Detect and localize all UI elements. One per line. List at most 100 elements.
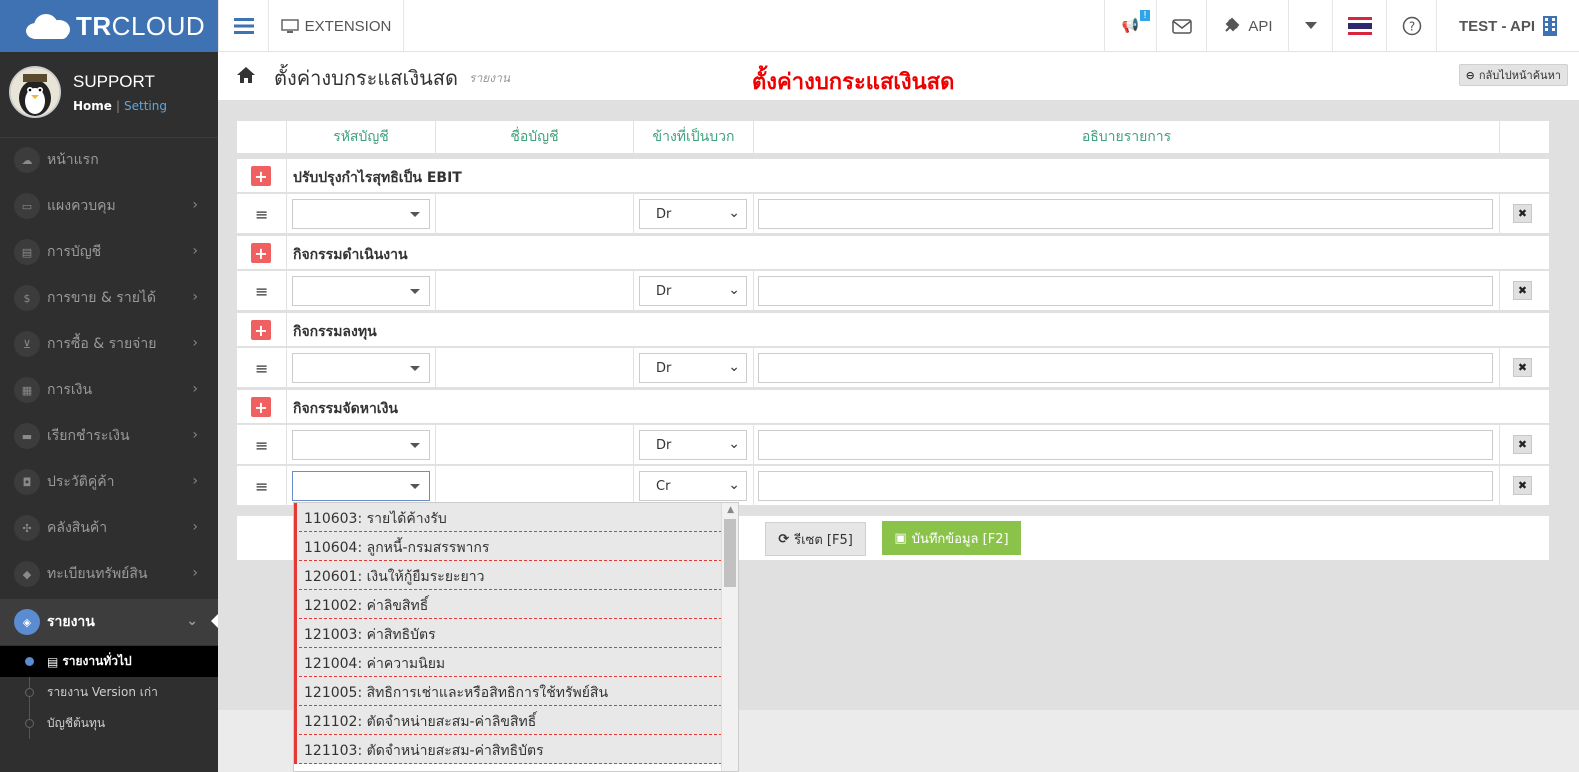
avatar[interactable] [9, 66, 61, 118]
dropdown-option[interactable]: 121103: ตัดจำหน่ายสะสม-ค่าสิทธิบัตร [294, 735, 722, 764]
chevron-down-icon: ⌄ [728, 282, 740, 298]
divider [1499, 466, 1500, 506]
divider [633, 466, 634, 506]
divider [286, 236, 287, 269]
sidebar-item-finance[interactable]: ▦ การเงิน › [0, 367, 218, 413]
sidebar-item-sales[interactable]: $ การขาย & รายได้ › [0, 275, 218, 321]
sidebar-item-billing[interactable]: ▬ เรียกชำระเงิน › [0, 413, 218, 459]
sidebar-item-contacts[interactable]: ◘ ประวัติคู่ค้า › [0, 459, 218, 505]
dropdown-scrollbar[interactable]: ▲ [721, 503, 738, 771]
column-header-positive-side: ข้างที่เป็นบวก [633, 121, 753, 153]
drag-handle-icon[interactable]: ≡ [255, 205, 268, 224]
divider [286, 466, 287, 506]
add-row-button[interactable]: + [251, 397, 271, 417]
divider [286, 425, 287, 465]
dropdown-option[interactable]: 121002: ค่าลิขสิทธิ์ [294, 590, 722, 619]
logo[interactable]: TRCLOUD [0, 0, 218, 52]
report-icon: ◈ [14, 609, 40, 635]
column-header-description: อธิบายรายการ [753, 121, 1499, 153]
positive-side-select[interactable]: Dr ⌄ [639, 199, 747, 229]
divider [1499, 425, 1500, 465]
divider [1499, 348, 1500, 388]
drag-handle-icon[interactable]: ≡ [255, 359, 268, 378]
add-row-button[interactable]: + [251, 166, 271, 186]
mail-button[interactable] [1156, 0, 1206, 52]
account-code-select[interactable] [292, 276, 430, 306]
delete-row-button[interactable]: ✖ [1513, 204, 1532, 223]
api-button[interactable]: API [1206, 0, 1288, 52]
language-button[interactable] [1332, 0, 1386, 52]
group-label: กิจกรรมลงทุน [293, 324, 377, 340]
drag-handle-icon[interactable]: ≡ [255, 436, 268, 455]
dropdown-option[interactable]: 121005: สิทธิการเช่าและหรือสิทธิการใช้ทร… [294, 677, 722, 706]
sidebar-item-accounting[interactable]: ▤ การบัญชี › [0, 229, 218, 275]
account-code-select-open[interactable] [292, 471, 430, 501]
document-icon: ▤ [47, 654, 59, 669]
dropdown-option[interactable]: 110603: รายได้ค้างรับ [294, 503, 722, 532]
user-menu-button[interactable]: TEST - API [1436, 0, 1579, 52]
cloud-logo-icon [24, 11, 72, 41]
desktop-icon [280, 19, 299, 33]
back-to-search-button[interactable]: ⊖ กลับไปหน้าค้นหา [1458, 64, 1568, 86]
column-header-actions [1499, 121, 1549, 153]
description-input[interactable] [758, 276, 1493, 306]
delete-row-button[interactable]: ✖ [1513, 281, 1532, 300]
delete-row-button[interactable]: ✖ [1513, 435, 1532, 454]
add-row-button[interactable]: + [251, 320, 271, 340]
api-dropdown-button[interactable] [1288, 0, 1332, 52]
delete-row-button[interactable]: ✖ [1513, 358, 1532, 377]
group-row: + ปรับปรุงกำไรสุทธิเป็น EBIT [237, 159, 1549, 192]
description-input[interactable] [758, 199, 1493, 229]
dropdown-option[interactable]: 120601: เงินให้กู้ยืมระยะยาว [294, 561, 722, 590]
floppy-disk-icon: ▣ [894, 530, 907, 546]
account-code-select[interactable] [292, 199, 430, 229]
positive-side-select[interactable]: Cr ⌄ [639, 471, 747, 501]
sidebar-item-purchases[interactable]: ⊻ การซื้อ & รายจ่าย › [0, 321, 218, 367]
add-row-button[interactable]: + [251, 243, 271, 263]
reset-button[interactable]: ⟳ รีเซต [F5] [765, 522, 866, 556]
plug-icon [1225, 17, 1240, 32]
positive-side-select[interactable]: Dr ⌄ [639, 353, 747, 383]
close-icon: ✖ [1517, 284, 1528, 297]
chevron-right-icon: › [192, 519, 198, 535]
description-input[interactable] [758, 471, 1493, 501]
profile-name: SUPPORT [73, 72, 155, 91]
hamburger-menu-button[interactable] [218, 0, 268, 52]
announcement-button[interactable]: 📢 ! [1104, 0, 1156, 52]
account-code-select[interactable] [292, 430, 430, 460]
positive-side-select[interactable]: Dr ⌄ [639, 430, 747, 460]
dropdown-option[interactable]: 121004: ค่าความนิยม [294, 648, 722, 677]
sidebar-item-inventory[interactable]: ✣ คลังสินค้า › [0, 505, 218, 551]
divider [633, 271, 634, 311]
dropdown-option[interactable]: 121003: ค่าสิทธิบัตร [294, 619, 722, 648]
setting-link[interactable]: Setting [124, 99, 167, 113]
account-code-select[interactable] [292, 353, 430, 383]
divider [753, 348, 754, 388]
description-input[interactable] [758, 353, 1493, 383]
chevron-down-icon: ⌄ [728, 477, 740, 493]
divider [633, 194, 634, 234]
book-icon: ▤ [14, 239, 40, 265]
close-icon: ✖ [1517, 207, 1528, 220]
dropdown-option[interactable]: 110604: ลูกหนี้-กรมสรรพากร [294, 532, 722, 561]
sidebar-item-assets[interactable]: ◆ ทะเบียนทรัพย์สิน › [0, 551, 218, 597]
scroll-up-arrow-icon[interactable]: ▲ [727, 505, 734, 515]
sidebar-item-home[interactable]: ☁ หน้าแรก [0, 137, 218, 183]
sidebar-item-reports[interactable]: ◈ รายงาน ⌄ [0, 599, 218, 645]
home-icon[interactable] [236, 66, 256, 89]
submenu-dot-active [25, 657, 34, 666]
circle-arrow-left-icon: ⊖ [1465, 68, 1475, 82]
drag-handle-icon[interactable]: ≡ [255, 282, 268, 301]
sidebar-item-dashboard[interactable]: ▭ แผงควบคุม › [0, 183, 218, 229]
home-link[interactable]: Home [73, 99, 112, 113]
dropdown-option[interactable]: 121102: ตัดจำหน่ายสะสม-ค่าลิขสิทธิ์ [294, 706, 722, 735]
delete-row-button[interactable]: ✖ [1513, 476, 1532, 495]
positive-side-select[interactable]: Dr ⌄ [639, 276, 747, 306]
extension-button[interactable]: EXTENSION [268, 0, 404, 52]
save-button[interactable]: ▣ บันทึกข้อมูล [F2] [882, 521, 1021, 555]
drag-handle-icon[interactable]: ≡ [255, 477, 268, 496]
description-input[interactable] [758, 430, 1493, 460]
scrollbar-thumb[interactable] [724, 519, 736, 587]
chevron-down-icon: ⌄ [728, 359, 740, 375]
help-button[interactable]: ? [1386, 0, 1436, 52]
